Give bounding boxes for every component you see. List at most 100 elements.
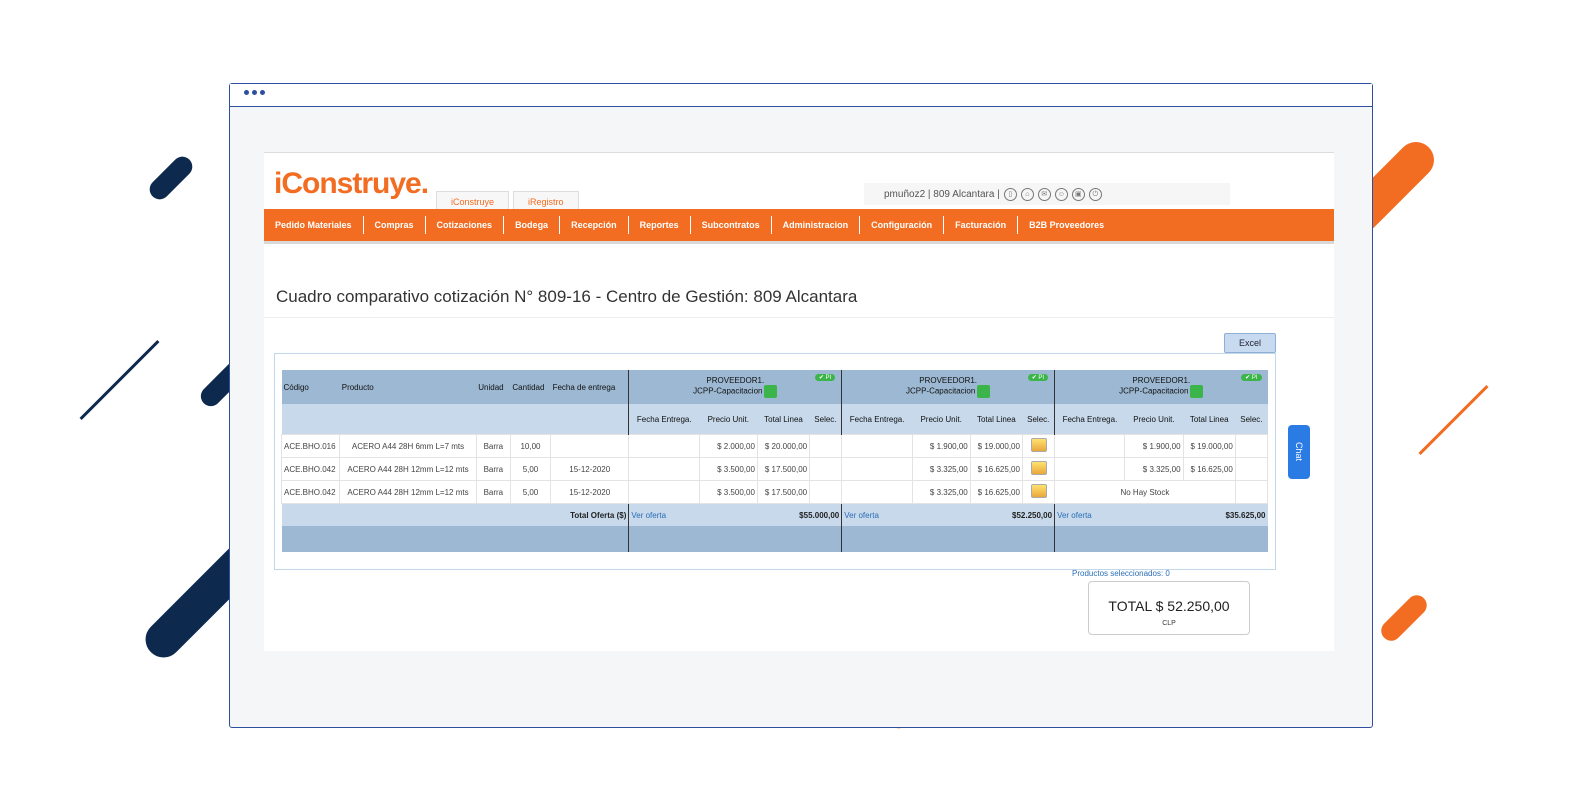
select-checkbox[interactable]	[1030, 484, 1047, 498]
select-checkbox[interactable]	[1030, 461, 1047, 475]
cell-total: $ 20.000,00	[756, 434, 811, 458]
footer-row	[281, 526, 1268, 552]
header-total-linea: Total Linea	[757, 404, 810, 435]
cell-select	[1234, 457, 1269, 481]
ver-oferta-link[interactable]: Ver oferta	[628, 503, 700, 526]
header-total-linea: Total Linea	[1183, 404, 1236, 435]
divider	[264, 317, 1334, 318]
cell-code: ACE.BHO.042	[280, 457, 341, 481]
message-icon[interactable]: ✉	[1037, 187, 1051, 201]
excel-button[interactable]: Excel	[1224, 333, 1276, 353]
select-checkbox[interactable]	[1030, 438, 1047, 452]
header-selec: Selec.	[1022, 404, 1055, 435]
comparison-table-wrapper: Código Producto Unidad Cantidad Fecha de…	[274, 353, 1276, 570]
user-info: pmuñoz2 | 809 Alcantara |	[884, 188, 1000, 200]
provider-name[interactable]: PROVEEDOR1.	[631, 376, 839, 385]
cell-select	[809, 457, 843, 481]
cell-select	[1234, 480, 1269, 504]
cell-select	[809, 480, 843, 504]
header-fecha-entrega: Fecha Entrega.	[841, 404, 912, 435]
decor-stroke	[145, 152, 197, 204]
ver-oferta-link[interactable]: Ver oferta	[841, 503, 912, 526]
app-window: iConstruye. iConstruye iRegistro pmuñoz2…	[264, 152, 1334, 651]
chat-button[interactable]: Chat	[1288, 425, 1310, 479]
cell-fecha-entrega	[628, 434, 700, 458]
menu-administracion[interactable]: Administracion	[772, 216, 861, 234]
cell-select	[1021, 457, 1056, 481]
tab-iregistro[interactable]: iRegistro	[513, 191, 579, 210]
cell-code: ACE.BHO.016	[280, 434, 341, 458]
provider-sub[interactable]: JCPP-Capacitacion	[693, 387, 762, 396]
cell-total: $ 16.625,00	[1182, 457, 1236, 481]
header-selec: Selec.	[809, 404, 842, 435]
cell-fecha-entrega	[841, 434, 913, 458]
power-icon[interactable]: ⏻	[1088, 187, 1102, 201]
header-codigo: Código	[281, 370, 340, 404]
cell-precio: $ 3.500,00	[698, 480, 758, 504]
calendar-icon[interactable]	[1190, 385, 1204, 398]
cell-precio: $ 3.325,00	[911, 457, 971, 481]
browser-toolbar	[230, 84, 1372, 107]
cell-total: $ 19.000,00	[969, 434, 1023, 458]
calendar-icon[interactable]	[977, 385, 991, 398]
menu-compras[interactable]: Compras	[364, 216, 426, 234]
cell-product: ACERO A44 28H 12mm L=12 mts	[339, 457, 477, 481]
menu-configuracion[interactable]: Configuración	[860, 216, 945, 234]
lock-icon[interactable]: ▣	[1071, 187, 1085, 201]
table-row: ACE.BHO.042 ACERO A44 28H 12mm L=12 mts …	[280, 457, 1269, 481]
decor-pin	[79, 340, 160, 420]
menu-reportes[interactable]: Reportes	[629, 216, 691, 234]
header-cantidad: Cantidad	[510, 370, 551, 404]
home-icon[interactable]: ⌂	[1020, 187, 1034, 201]
provider-sub[interactable]: JCPP-Capacitacion	[906, 387, 975, 396]
total-label: Total Oferta ($)	[281, 503, 629, 526]
status-badge: ✔ PI	[814, 374, 836, 381]
calendar-icon[interactable]	[764, 385, 778, 398]
menu-pedido-materiales[interactable]: Pedido Materiales	[264, 216, 364, 234]
menu-facturacion[interactable]: Facturación	[944, 216, 1019, 234]
cell-qty: 5,00	[509, 457, 552, 481]
menu-subcontratos[interactable]: Subcontratos	[691, 216, 772, 234]
cell-select	[1021, 480, 1056, 504]
window-dots	[244, 90, 265, 95]
header-fecha-entrega: Fecha Entrega.	[628, 404, 700, 435]
main-menu: Pedido Materiales Compras Cotizaciones B…	[264, 209, 1334, 244]
cell-date	[550, 434, 630, 458]
total-amount: TOTAL $ 52.250,00	[1108, 598, 1230, 614]
provider-header: PROVEEDOR1. JCPP-Capacitacion ✔ PI	[628, 370, 842, 404]
cell-precio: $ 3.325,00	[1124, 457, 1184, 481]
logo[interactable]: iConstruye.	[274, 167, 429, 201]
user-icon[interactable]: ☺	[1054, 187, 1068, 201]
header-fecha: Fecha de entrega	[550, 370, 629, 404]
cell-select	[809, 434, 843, 458]
menu-cotizaciones[interactable]: Cotizaciones	[426, 216, 505, 234]
total-summary: TOTAL $ 52.250,00 CLP	[1088, 581, 1250, 635]
menu-b2b-proveedores[interactable]: B2B Proveedores	[1018, 216, 1115, 234]
provider-name[interactable]: PROVEEDOR1.	[1057, 376, 1265, 385]
cell-fecha-entrega	[1054, 434, 1126, 458]
total-value: $55.000,00	[699, 503, 842, 526]
menu-bodega[interactable]: Bodega	[504, 216, 561, 234]
provider-sub[interactable]: JCPP-Capacitacion	[1119, 387, 1188, 396]
cell-total: $ 16.625,00	[969, 480, 1023, 504]
selected-products-count: Productos seleccionados: 0	[1072, 569, 1170, 578]
menu-recepcion[interactable]: Recepción	[560, 216, 629, 234]
cell-total: $ 16.625,00	[969, 457, 1023, 481]
cell-product: ACERO A44 28H 12mm L=12 mts	[339, 480, 477, 504]
header-precio-unit: Precio Unit.	[699, 404, 758, 435]
header-fecha-entrega: Fecha Entrega.	[1054, 404, 1125, 435]
cell-unit: Barra	[475, 434, 511, 458]
cell-product: ACERO A44 28H 6mm L=7 mts	[339, 434, 477, 458]
provider-header: PROVEEDOR1. JCPP-Capacitacion ✔ PI	[1054, 370, 1268, 404]
provider-name[interactable]: PROVEEDOR1.	[844, 376, 1052, 385]
cell-date: 15-12-2020	[550, 457, 630, 481]
header-total-linea: Total Linea	[970, 404, 1023, 435]
cell-qty: 5,00	[509, 480, 552, 504]
cell-fecha-entrega	[841, 480, 913, 504]
app-tabs: iConstruye iRegistro	[436, 191, 579, 210]
tab-iconstruye[interactable]: iConstruye	[436, 191, 510, 210]
cell-fecha-entrega	[628, 457, 700, 481]
mobile-icon[interactable]: ▯	[1003, 187, 1017, 201]
cell-select	[1021, 434, 1056, 458]
ver-oferta-link[interactable]: Ver oferta	[1054, 503, 1125, 526]
